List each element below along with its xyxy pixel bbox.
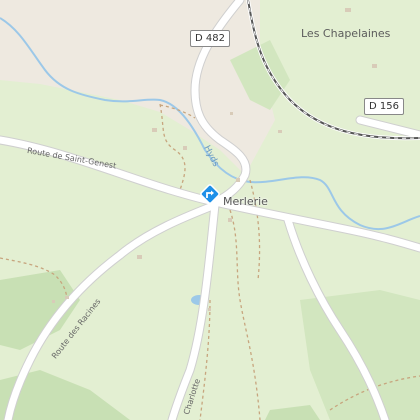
map-canvas[interactable]	[0, 0, 420, 420]
road-shield-d482: D 482	[190, 30, 230, 47]
road-shield-d156: D 156	[364, 98, 404, 115]
poi-marker[interactable]	[199, 183, 221, 205]
place-label-les-chapelaines: Les Chapelaines	[301, 27, 391, 40]
turn-right-icon	[200, 184, 220, 204]
place-label-merlerie: Merlerie	[223, 195, 268, 208]
